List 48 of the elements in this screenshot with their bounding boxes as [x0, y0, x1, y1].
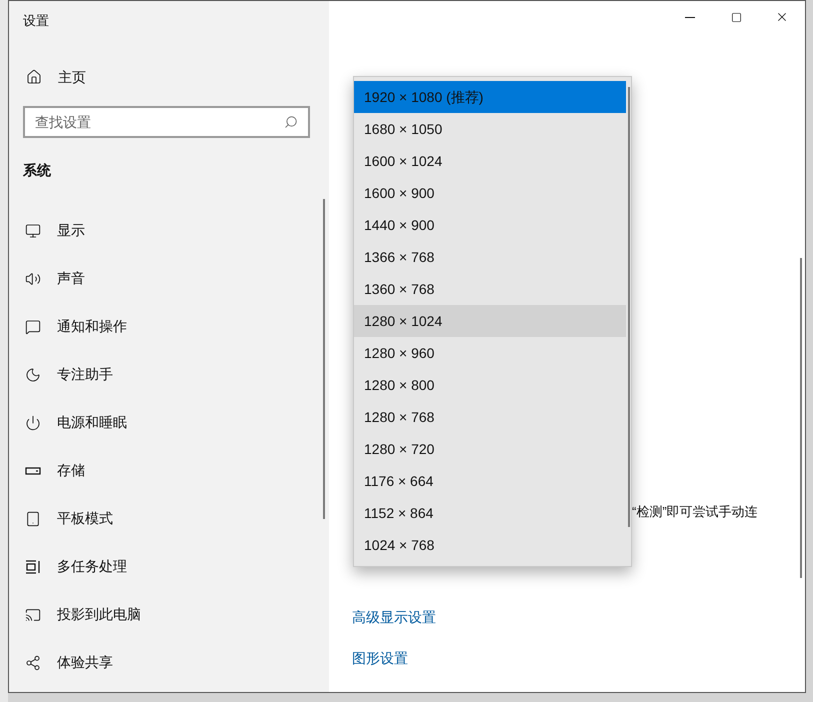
- sidebar-item[interactable]: 专注助手: [23, 350, 323, 398]
- dropdown-option[interactable]: 1024 × 768: [354, 529, 626, 561]
- search-icon: [284, 114, 298, 128]
- sidebar-item[interactable]: 多任务处理: [23, 542, 323, 590]
- dropdown-scrollbar[interactable]: [628, 87, 630, 527]
- sidebar-item[interactable]: 平板模式: [23, 494, 323, 542]
- dropdown-option[interactable]: 1680 × 1050: [354, 113, 626, 145]
- section-heading: 系统: [23, 160, 52, 180]
- dropdown-option[interactable]: 1176 × 664: [354, 465, 626, 497]
- dropdown-option[interactable]: 1152 × 864: [354, 497, 626, 529]
- tablet-icon: [25, 510, 41, 526]
- sidebar-item[interactable]: 通知和操作: [23, 302, 323, 350]
- dropdown-option[interactable]: 1360 × 768: [354, 273, 626, 305]
- dropdown-option[interactable]: 1280 × 768: [354, 401, 626, 433]
- dropdown-option[interactable]: 1280 × 800: [354, 369, 626, 401]
- sidebar-item[interactable]: 体验共享: [23, 638, 323, 686]
- dropdown-option[interactable]: 1280 × 1024: [354, 305, 626, 337]
- moon-icon: [25, 366, 41, 382]
- sidebar-item[interactable]: 投影到此电脑: [23, 590, 323, 638]
- home-link[interactable]: 主页: [23, 66, 86, 88]
- settings-link[interactable]: 高级显示设置: [352, 606, 436, 628]
- dropdown-option[interactable]: 1600 × 900: [354, 177, 626, 209]
- home-icon: [26, 69, 42, 85]
- share-icon: [25, 654, 41, 670]
- window-title: 设置: [23, 12, 50, 30]
- projection-icon: [25, 606, 41, 622]
- dropdown-option[interactable]: 1280 × 960: [354, 337, 626, 369]
- monitor-icon: [25, 222, 41, 238]
- search-field[interactable]: 查找设置: [23, 106, 310, 138]
- maximize-icon: [730, 12, 742, 22]
- dropdown-option[interactable]: 1920 × 1080 (推荐): [354, 81, 626, 113]
- dropdown-option[interactable]: 1280 × 720: [354, 433, 626, 465]
- description-text: “检测”即可尝试手动连: [632, 503, 759, 521]
- dropdown-option[interactable]: 1600 × 1024: [354, 145, 626, 177]
- multitask-icon: [25, 558, 41, 574]
- dropdown-option[interactable]: 1440 × 900: [354, 209, 626, 241]
- speech-bubble-icon: [25, 318, 41, 334]
- sidebar-item[interactable]: 显示: [23, 206, 323, 254]
- power-icon: [25, 414, 41, 430]
- sidebar-item[interactable]: 电源和睡眠: [23, 398, 323, 446]
- scrollbar[interactable]: [800, 258, 802, 578]
- dropdown-option[interactable]: 1366 × 768: [354, 241, 626, 273]
- sidebar-item[interactable]: 声音: [23, 254, 323, 302]
- speaker-icon: [25, 270, 41, 286]
- minimize-icon: [685, 16, 695, 18]
- settings-link[interactable]: 图形设置: [352, 648, 408, 668]
- scrollbar[interactable]: [323, 198, 325, 518]
- sidebar-item[interactable]: 存储: [23, 446, 323, 494]
